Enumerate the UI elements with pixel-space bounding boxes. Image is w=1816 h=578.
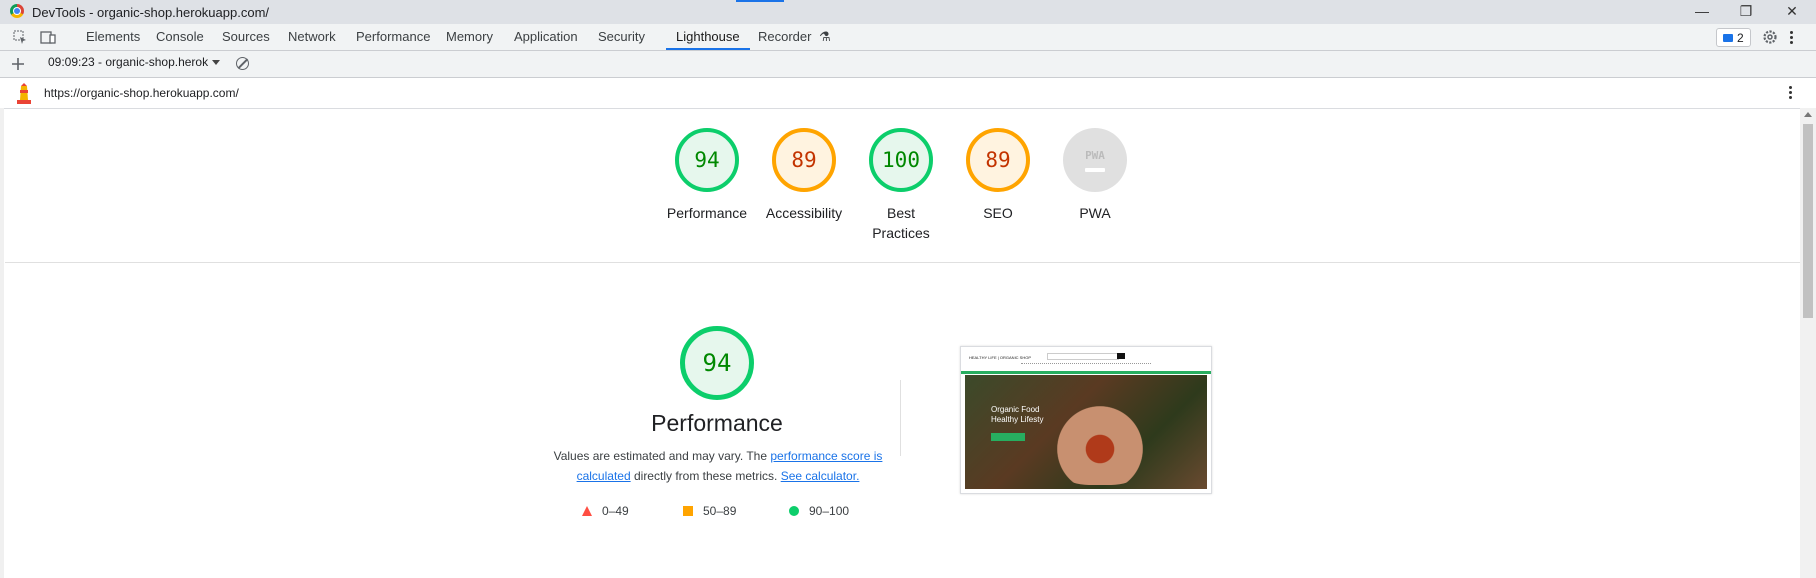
restore-button[interactable]: ❐ [1726, 0, 1766, 22]
gauge-performance-label: Performance [666, 205, 748, 221]
gauge-seo[interactable]: 89 [966, 128, 1030, 192]
gauge-accessibility-score: 89 [791, 148, 817, 172]
performance-main-gauge: 94 [680, 326, 754, 400]
minimize-button[interactable]: — [1682, 0, 1722, 22]
gauge-pwa-label: PWA [1079, 205, 1111, 221]
performance-separator [900, 380, 901, 456]
performance-main-score: 94 [702, 349, 732, 377]
section-divider [5, 262, 1800, 263]
pwa-badge-icon: PWA [1085, 148, 1105, 162]
report-selector-value: 09:09:23 - organic-shop.herok [48, 55, 209, 69]
see-calculator-link[interactable]: See calculator. [781, 469, 860, 483]
report-menu-icon[interactable] [1789, 86, 1793, 99]
gauge-best-practices-label-text: Best Practices [872, 205, 930, 241]
legend-pass: 90–100 [789, 504, 849, 518]
tab-lighthouse[interactable]: Lighthouse [666, 24, 750, 50]
devtools-more-icon[interactable] [1790, 31, 1794, 44]
tab-sources[interactable]: Sources [220, 24, 272, 50]
pass-circle-icon [789, 506, 799, 516]
chrome-icon [10, 4, 24, 18]
new-report-plus-icon[interactable] [8, 54, 28, 74]
issues-count: 2 [1737, 30, 1744, 45]
window-titlebar: DevTools - organic-shop.herokuapp.com/ —… [0, 0, 1816, 24]
screenshot-hero-text: Organic Food Healthy Lifesty [991, 405, 1044, 424]
issues-badge[interactable]: 2 [1716, 28, 1751, 47]
legend-fail-range: 0–49 [602, 504, 629, 518]
window-title: DevTools - organic-shop.herokuapp.com/ [32, 5, 270, 20]
tab-performance[interactable]: Performance [354, 24, 432, 50]
inspect-element-icon[interactable] [10, 27, 30, 47]
screenshot-hero-image: Organic Food Healthy Lifesty [965, 375, 1207, 489]
tab-elements[interactable]: Elements [84, 24, 142, 50]
tab-recorder-label: Recorder [758, 29, 812, 44]
close-button[interactable]: ✕ [1772, 0, 1812, 22]
gauge-best-practices[interactable]: 100 [869, 128, 933, 192]
final-screenshot-thumbnail[interactable]: HEALTHY LIFE | ORGANIC SHOP Organic Food… [960, 346, 1212, 494]
issues-icon [1723, 33, 1733, 42]
tab-security[interactable]: Security [596, 24, 647, 50]
lighthouse-toolbar: 09:09:23 - organic-shop.herok [0, 51, 1816, 78]
lighthouse-logo-icon [17, 83, 31, 104]
gauge-best-practices-label: Best Practices [846, 203, 956, 243]
legend-fail: 0–49 [582, 504, 629, 518]
tab-network[interactable]: Network [286, 24, 338, 50]
tab-console[interactable]: Console [154, 24, 206, 50]
gauge-performance-score: 94 [694, 148, 720, 172]
screenshot-search-button [1117, 353, 1125, 359]
legend-average-range: 50–89 [703, 504, 737, 518]
chevron-down-icon [212, 59, 221, 65]
report-scrollbar[interactable] [1800, 108, 1816, 578]
scrollbar-thumb[interactable] [1803, 124, 1813, 318]
gauge-performance[interactable]: 94 [675, 128, 739, 192]
report-url-bar: https://organic-shop.herokuapp.com/ [0, 78, 1816, 109]
performance-desc-text-1: Values are estimated and may vary. The [553, 449, 771, 463]
average-square-icon [683, 506, 693, 516]
scroll-up-arrow-icon[interactable] [1804, 112, 1812, 117]
gauge-seo-score: 89 [985, 148, 1011, 172]
performance-heading: Performance [651, 410, 783, 436]
pwa-dash-icon [1085, 167, 1105, 172]
tab-memory[interactable]: Memory [444, 24, 495, 50]
gauge-accessibility[interactable]: 89 [772, 128, 836, 192]
device-toolbar-icon[interactable] [38, 27, 58, 47]
gauge-best-practices-score: 100 [882, 148, 920, 172]
titlebar-accent [736, 0, 784, 2]
legend-average: 50–89 [683, 504, 736, 518]
screenshot-hands-tomatoes [1045, 395, 1155, 485]
screenshot-search-box [1047, 353, 1119, 360]
devtools-tabbar: Elements Console Sources Network Perform… [0, 24, 1816, 51]
clear-reports-icon[interactable] [236, 57, 249, 70]
screenshot-site-logo: HEALTHY LIFE | ORGANIC SHOP [969, 355, 1032, 360]
screenshot-nav [1021, 363, 1151, 366]
tab-application[interactable]: Application [512, 24, 580, 50]
gauge-seo-label: SEO [983, 205, 1013, 221]
tab-recorder[interactable]: Recorder ⚗ [756, 24, 833, 50]
flask-icon: ⚗ [819, 29, 831, 44]
fail-triangle-icon [582, 506, 592, 516]
screenshot-hero-button [991, 433, 1025, 441]
legend-pass-range: 90–100 [809, 504, 850, 518]
screenshot-site-header: HEALTHY LIFE | ORGANIC SHOP [961, 347, 1211, 374]
gauge-pwa[interactable]: PWA [1063, 128, 1127, 192]
gauge-accessibility-label: Accessibility [765, 205, 843, 221]
performance-description: Values are estimated and may vary. The p… [548, 446, 888, 486]
settings-gear-icon[interactable] [1760, 27, 1780, 47]
left-gutter [0, 108, 4, 578]
report-selector[interactable]: 09:09:23 - organic-shop.herok [48, 55, 221, 69]
report-url: https://organic-shop.herokuapp.com/ [44, 86, 239, 100]
performance-desc-text-2: directly from these metrics. [630, 469, 781, 483]
